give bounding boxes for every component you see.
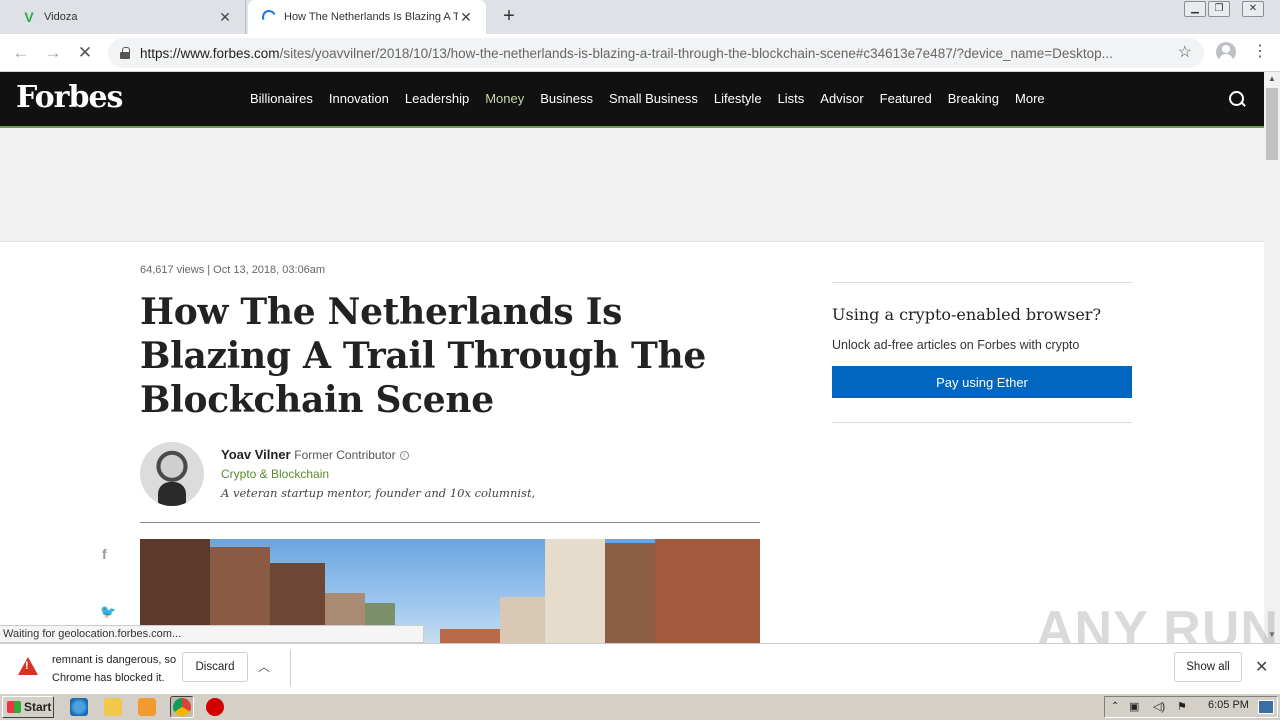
nav-item-more[interactable]: More	[1015, 91, 1045, 106]
show-all-button[interactable]: Show all	[1174, 652, 1242, 682]
close-window-button[interactable]: ✕	[1242, 1, 1264, 17]
close-tab-icon[interactable]: ✕	[458, 9, 474, 25]
nav-item-innovation[interactable]: Innovation	[329, 91, 389, 106]
tab-title: How The Netherlands Is Blazing A Tr	[284, 11, 458, 23]
twitter-share-icon[interactable]: 🐦	[100, 604, 116, 620]
browser-toolbar: ← → ✕ https://www.forbes.com/sites/yoavv…	[0, 34, 1280, 72]
internet-explorer-icon[interactable]	[70, 698, 88, 716]
back-arrow-icon[interactable]: ←	[10, 42, 32, 64]
author-name[interactable]: Yoav Vilner	[221, 447, 291, 462]
author-role: Former Contributor	[294, 448, 396, 462]
download-warning-text: remnant is dangerous, so Chrome has bloc…	[52, 654, 177, 684]
lock-icon	[120, 47, 130, 59]
tray-expand-icon[interactable]: ⌃	[1111, 697, 1119, 717]
scrollbar-thumb[interactable]	[1266, 88, 1278, 160]
nav-item-business[interactable]: Business	[540, 91, 593, 106]
nav-item-money[interactable]: Money	[485, 91, 524, 106]
discard-button[interactable]: Discard	[182, 652, 248, 682]
network-icon[interactable]: ▣	[1129, 697, 1139, 717]
tab-vidoza[interactable]: V Vidoza ✕	[8, 0, 246, 34]
restore-button[interactable]: ❐	[1208, 1, 1230, 17]
nav-item-billionaires[interactable]: Billionaires	[250, 91, 313, 106]
chevron-up-icon[interactable]: ︿	[258, 658, 270, 675]
taskbar-clock[interactable]: 6:05 PM	[1208, 699, 1249, 711]
status-bubble: Waiting for geolocation.forbes.com...	[0, 625, 424, 643]
search-icon[interactable]	[1228, 90, 1246, 108]
new-tab-button[interactable]: +	[498, 6, 520, 28]
minimize-button[interactable]: ▁	[1184, 1, 1206, 17]
stop-loading-icon[interactable]: ✕	[74, 42, 96, 64]
menu-kebab-icon[interactable]: ⋮	[1252, 42, 1268, 62]
article-headline: How The Netherlands Is Blazing A Trail T…	[140, 291, 707, 421]
facebook-share-icon[interactable]: f	[102, 546, 107, 562]
nav-item-advisor[interactable]: Advisor	[820, 91, 863, 106]
bookmark-star-icon[interactable]: ☆	[1178, 42, 1192, 62]
close-tab-icon[interactable]: ✕	[217, 9, 233, 25]
crypto-promo-title: Using a crypto-enabled browser?	[832, 305, 1102, 324]
volume-icon[interactable]: ◁)	[1153, 697, 1165, 717]
sidebar-divider-top	[832, 282, 1132, 283]
windows-logo-icon	[7, 701, 21, 713]
pay-with-ether-button[interactable]: Pay using Ether	[832, 366, 1132, 398]
nav-item-small-business[interactable]: Small Business	[609, 91, 698, 106]
warning-exclamation: !	[25, 660, 29, 672]
nav-item-featured[interactable]: Featured	[880, 91, 932, 106]
forward-arrow-icon[interactable]: →	[42, 42, 64, 64]
author-avatar[interactable]	[140, 442, 204, 506]
account-avatar-icon[interactable]	[1216, 42, 1236, 62]
nav-item-leadership[interactable]: Leadership	[405, 91, 469, 106]
url-text[interactable]: https://www.forbes.com/sites/yoavvilner/…	[140, 46, 1160, 61]
forbes-logo[interactable]: Forbes	[16, 80, 123, 115]
vidoza-icon: V	[24, 9, 34, 25]
tab-forbes-article[interactable]: How The Netherlands Is Blazing A Tr ✕	[248, 0, 486, 34]
file-explorer-icon[interactable]	[104, 698, 122, 716]
author-topic-link[interactable]: Crypto & Blockchain	[221, 467, 329, 481]
article-meta: 64,617 views | Oct 13, 2018, 03:06am	[140, 264, 326, 276]
opera-icon[interactable]	[206, 698, 224, 716]
flag-icon[interactable]: ⚑	[1177, 697, 1187, 717]
nav-item-lists[interactable]: Lists	[778, 91, 805, 106]
scroll-up-arrow-icon[interactable]: ▲	[1264, 72, 1280, 86]
download-divider	[290, 650, 291, 686]
tab-title: Vidoza	[44, 11, 78, 23]
divider	[140, 522, 760, 523]
media-player-icon[interactable]	[138, 698, 156, 716]
ad-banner-area	[0, 128, 1264, 242]
nav-item-lifestyle[interactable]: Lifestyle	[714, 91, 762, 106]
author-bio: A veteran startup mentor, founder and 10…	[221, 486, 536, 500]
info-icon[interactable]: i	[399, 451, 409, 461]
close-download-bar-icon[interactable]: ✕	[1255, 657, 1268, 677]
sidebar-divider-bottom	[832, 422, 1132, 423]
address-bar[interactable]: https://www.forbes.com/sites/yoavvilner/…	[108, 38, 1204, 68]
loading-spinner-icon	[260, 8, 278, 26]
forbes-nav-links: Billionaires Innovation Leadership Money…	[250, 91, 1045, 106]
crypto-promo-subtitle: Unlock ad-free articles on Forbes with c…	[832, 338, 1080, 352]
author-line: Yoav Vilner Former Contributor i	[221, 447, 409, 462]
show-desktop-icon[interactable]	[1258, 700, 1274, 714]
start-button[interactable]: Start	[2, 696, 54, 718]
system-tray: ⌃ ▣ ◁) ⚑	[1104, 696, 1278, 718]
nav-item-breaking[interactable]: Breaking	[948, 91, 999, 106]
chrome-icon	[173, 698, 191, 716]
